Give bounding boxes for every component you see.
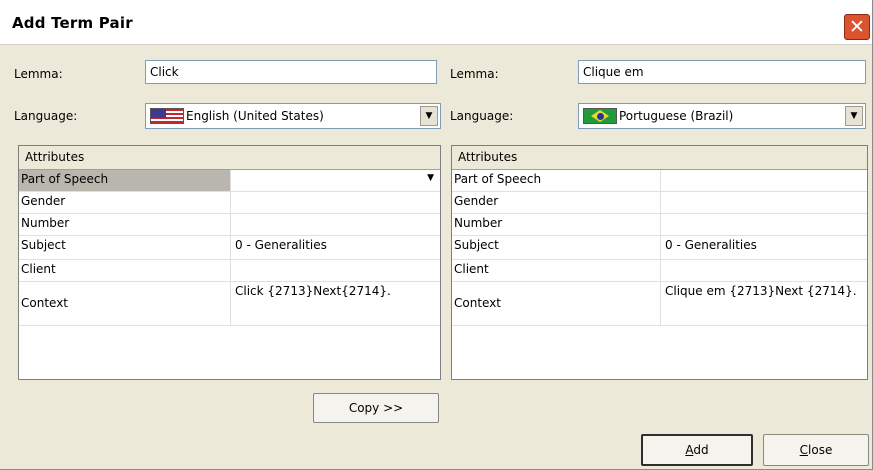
left-row-part-of-speech[interactable]: Part of Speech ▼ — [19, 170, 440, 192]
row-name: Subject — [19, 236, 231, 259]
left-attributes-grid: Attributes Part of Speech ▼ Gender Numbe… — [18, 145, 441, 380]
right-language-value: Portuguese (Brazil) — [619, 109, 734, 123]
left-language-value: English (United States) — [186, 109, 324, 123]
us-flag-icon — [150, 108, 184, 124]
row-value[interactable] — [661, 192, 867, 213]
right-row-number[interactable]: Number — [452, 214, 867, 236]
part-of-speech-dropdown-icon[interactable]: ▼ — [427, 173, 434, 183]
row-value[interactable] — [661, 170, 867, 191]
row-name: Number — [452, 214, 661, 235]
row-value[interactable]: Clique em {2713}Next {2714}. — [661, 282, 867, 325]
row-name: Context — [19, 282, 231, 325]
add-button[interactable]: Add — [641, 434, 753, 466]
left-row-context[interactable]: Context Click {2713}Next{2714}. — [19, 282, 440, 326]
close-accelerator: C — [799, 443, 809, 457]
row-name: Number — [19, 214, 231, 235]
dialog-title: Add Term Pair — [12, 14, 133, 32]
row-value[interactable] — [231, 214, 440, 235]
row-value[interactable] — [231, 260, 440, 281]
row-name: Part of Speech — [19, 170, 231, 191]
add-term-pair-dialog: Add Term Pair ✕ Lemma: Language: English… — [0, 0, 873, 470]
add-label-rest: dd — [693, 443, 709, 457]
copy-button[interactable]: Copy >> — [313, 393, 439, 423]
right-row-gender[interactable]: Gender — [452, 192, 867, 214]
right-row-part-of-speech[interactable]: Part of Speech — [452, 170, 867, 192]
row-value[interactable]: Click {2713}Next{2714}. — [231, 282, 440, 325]
title-bar: Add Term Pair ✕ — [0, 0, 872, 45]
row-value[interactable]: 0 - Generalities — [231, 236, 440, 259]
right-attributes-header: Attributes — [452, 146, 867, 170]
left-row-gender[interactable]: Gender — [19, 192, 440, 214]
row-name: Gender — [452, 192, 661, 213]
left-language-select[interactable]: English (United States) ▼ — [145, 103, 441, 129]
row-name: Client — [19, 260, 231, 281]
row-name: Part of Speech — [452, 170, 661, 191]
left-attributes-header: Attributes — [19, 146, 440, 170]
right-language-dropdown-icon[interactable]: ▼ — [845, 106, 863, 126]
right-lemma-label: Lemma: — [450, 67, 499, 81]
brazil-flag-icon — [583, 108, 617, 124]
close-button[interactable]: Close — [763, 434, 869, 466]
close-window-icon[interactable]: ✕ — [844, 14, 870, 40]
row-name: Gender — [19, 192, 231, 213]
row-value[interactable] — [231, 192, 440, 213]
row-value[interactable]: 0 - Generalities — [661, 236, 867, 259]
right-attributes-grid: Attributes Part of Speech Gender Number … — [451, 145, 868, 380]
left-row-client[interactable]: Client — [19, 260, 440, 282]
right-language-select[interactable]: Portuguese (Brazil) ▼ — [578, 103, 866, 129]
row-value[interactable] — [231, 170, 440, 191]
row-name: Client — [452, 260, 661, 281]
left-row-number[interactable]: Number — [19, 214, 440, 236]
row-name: Subject — [452, 236, 661, 259]
left-row-subject[interactable]: Subject 0 - Generalities — [19, 236, 440, 260]
left-language-label: Language: — [14, 109, 78, 123]
left-language-dropdown-icon[interactable]: ▼ — [420, 106, 438, 126]
close-label-rest: lose — [808, 443, 833, 457]
right-language-label: Language: — [450, 109, 514, 123]
left-lemma-label: Lemma: — [14, 67, 63, 81]
right-lemma-input[interactable] — [578, 60, 866, 84]
left-lemma-input[interactable] — [145, 60, 437, 84]
row-value[interactable] — [661, 260, 867, 281]
row-value[interactable] — [661, 214, 867, 235]
right-row-client[interactable]: Client — [452, 260, 867, 282]
row-name: Context — [452, 282, 661, 325]
right-row-subject[interactable]: Subject 0 - Generalities — [452, 236, 867, 260]
right-row-context[interactable]: Context Clique em {2713}Next {2714}. — [452, 282, 867, 326]
